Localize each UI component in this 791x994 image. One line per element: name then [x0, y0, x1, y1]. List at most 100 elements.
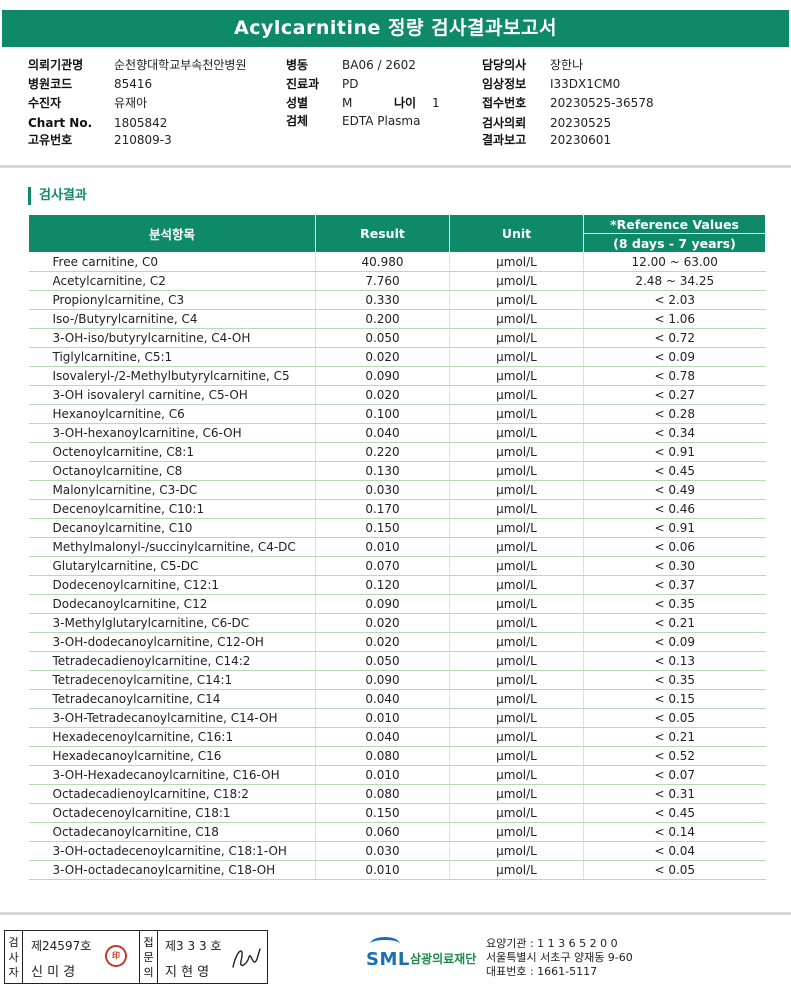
table-row: Propionylcarnitine, C3 0.330 µmol/L < 2.03: [28, 290, 766, 310]
result-value: 0.020: [315, 613, 450, 633]
unit-value: µmol/L: [449, 575, 584, 595]
info-value: 85416: [114, 77, 153, 91]
info-value: BA06 / 2602: [342, 58, 416, 72]
unit-value: µmol/L: [449, 822, 584, 842]
table-row: Isovaleryl-/2-Methylbutyrylcarnitine, C5…: [28, 366, 766, 386]
table-row: Tetradecenoylcarnitine, C14:1 0.090 µmol/L…: [28, 670, 766, 690]
org-name: 삼광의료재단: [410, 952, 477, 966]
info-label: 검체: [286, 114, 309, 128]
analyte-name: Octanoylcarnitine, C8: [28, 461, 316, 481]
analyte-name: Hexanoylcarnitine, C6: [28, 404, 316, 424]
section-title: 검사결과: [28, 187, 87, 205]
unit-value: µmol/L: [449, 461, 584, 481]
table-row: Glutarylcarnitine, C5-DC 0.070 µmol/L < 0.3…: [28, 556, 766, 576]
info-label: 의뢰기관명: [28, 58, 84, 72]
analyte-name: Free carnitine, C0: [28, 252, 316, 272]
reference-value: < 0.45: [583, 461, 766, 481]
header-result: Result: [315, 214, 450, 253]
reference-value: < 0.21: [583, 727, 766, 747]
unit-value: µmol/L: [449, 803, 584, 823]
info-value: 20230525-36578: [550, 96, 654, 110]
unit-value: µmol/L: [449, 746, 584, 766]
analyte-name: Dodecanoylcarnitine, C12: [28, 594, 316, 614]
table-row: 3-OH isovaleryl carnitine, C5-OH 0.020 µmo…: [28, 385, 766, 405]
table-row: Dodecanoylcarnitine, C12 0.090 µmol/L < 0.3…: [28, 594, 766, 614]
analyte-name: 3-OH-octadecenoylcarnitine, C18:1-OH: [28, 841, 316, 861]
info-label: 성별: [286, 96, 309, 110]
table-row: Acetylcarnitine, C2 7.760 µmol/L 2.48 ~ 34.…: [28, 271, 766, 291]
result-value: 0.130: [315, 461, 450, 481]
table-row: Hexadecenoylcarnitine, C16:1 0.040 µmol/L <…: [28, 727, 766, 747]
result-value: 40.980: [315, 252, 450, 272]
analyte-name: Malonylcarnitine, C3-DC: [28, 480, 316, 500]
result-value: 0.150: [315, 518, 450, 538]
analyte-name: Tetradecanoylcarnitine, C14: [28, 689, 316, 709]
reference-value: < 0.35: [583, 594, 766, 614]
confirmer-label-text: 접문의: [143, 936, 154, 979]
result-value: 0.030: [315, 841, 450, 861]
confirmer-license-no: 제3 3 3 호: [165, 939, 222, 953]
result-value: 0.150: [315, 803, 450, 823]
result-value: 0.090: [315, 594, 450, 614]
result-value: 0.070: [315, 556, 450, 576]
result-value: 0.030: [315, 480, 450, 500]
reference-value: < 0.46: [583, 499, 766, 519]
unit-value: µmol/L: [449, 632, 584, 652]
info-label: 나이: [394, 96, 417, 110]
reference-value: 12.00 ~ 63.00: [583, 252, 766, 272]
reference-value: < 0.05: [583, 860, 766, 880]
table-row: Octadecanoylcarnitine, C18 0.060 µmol/L < 0…: [28, 822, 766, 842]
info-value: 순천향대학교부속천안병원: [114, 58, 247, 72]
unit-value: µmol/L: [449, 727, 584, 747]
reference-value: < 0.78: [583, 366, 766, 386]
result-value: 0.330: [315, 290, 450, 310]
table-row: Malonylcarnitine, C3-DC 0.030 µmol/L < 0.49: [28, 480, 766, 500]
tester-label: 검사자: [5, 931, 23, 983]
reference-value: < 0.15: [583, 689, 766, 709]
table-row: Hexadecanoylcarnitine, C16 0.080 µmol/L < 0…: [28, 746, 766, 766]
logo-text: SML: [366, 949, 410, 970]
header-item: 분석항목: [28, 214, 316, 253]
reference-value: < 2.03: [583, 290, 766, 310]
info-value: 210809-3: [114, 133, 172, 147]
address-line: 서울특별시 서초구 양재동 9-60: [486, 951, 633, 964]
table-row: 3-OH-Tetradecanoylcarnitine, C14-OH 0.010…: [28, 708, 766, 728]
unit-value: µmol/L: [449, 385, 584, 405]
info-value: 장한나: [550, 58, 584, 72]
result-value: 0.200: [315, 309, 450, 329]
analyte-name: Glutarylcarnitine, C5-DC: [28, 556, 316, 576]
table-row: 3-OH-dodecanoylcarnitine, C12-OH 0.020 µmo…: [28, 632, 766, 652]
reference-value: < 0.35: [583, 670, 766, 690]
info-value: PD: [342, 77, 359, 91]
result-value: 0.080: [315, 784, 450, 804]
confirmer-label: 접문의: [140, 931, 158, 983]
address-line: 요양기관 : 1 1 3 6 5 2 0 0: [486, 937, 618, 950]
unit-value: µmol/L: [449, 556, 584, 576]
reference-value: < 0.04: [583, 841, 766, 861]
analyte-name: 3-OH-Tetradecanoylcarnitine, C14-OH: [28, 708, 316, 728]
analyte-name: Hexadecenoylcarnitine, C16:1: [28, 727, 316, 747]
info-label: 결과보고: [482, 133, 527, 147]
analyte-name: 3-OH-iso/butyrylcarnitine, C4-OH: [28, 328, 316, 348]
result-value: 0.010: [315, 765, 450, 785]
info-label: 병원코드: [28, 77, 73, 91]
analyte-name: Octadecadienoylcarnitine, C18:2: [28, 784, 316, 804]
analyte-name: Tiglylcarnitine, C5:1: [28, 347, 316, 367]
divider: [0, 165, 791, 168]
unit-value: µmol/L: [449, 499, 584, 519]
info-label: 고유번호: [28, 133, 73, 147]
result-value: 0.020: [315, 385, 450, 405]
analyte-name: 3-OH-hexanoylcarnitine, C6-OH: [28, 423, 316, 443]
info-label: Chart No.: [28, 116, 93, 130]
table-row: 3-OH-octadecenoylcarnitine, C18:1-OH 0.03…: [28, 841, 766, 861]
unit-value: µmol/L: [449, 518, 584, 538]
table-row: Tiglylcarnitine, C5:1 0.020 µmol/L < 0.09: [28, 347, 766, 367]
table-row: Octadecadienoylcarnitine, C18:2 0.080 µmol…: [28, 784, 766, 804]
seal-stamp-icon: 印: [105, 945, 127, 967]
unit-value: µmol/L: [449, 480, 584, 500]
reference-value: < 0.34: [583, 423, 766, 443]
analyte-name: 3-OH-dodecanoylcarnitine, C12-OH: [28, 632, 316, 652]
table-row: Octadecenoylcarnitine, C18:1 0.150 µmol/L <…: [28, 803, 766, 823]
unit-value: µmol/L: [449, 670, 584, 690]
table-row: 3-OH-iso/butyrylcarnitine, C4-OH 0.050 µmo…: [28, 328, 766, 348]
